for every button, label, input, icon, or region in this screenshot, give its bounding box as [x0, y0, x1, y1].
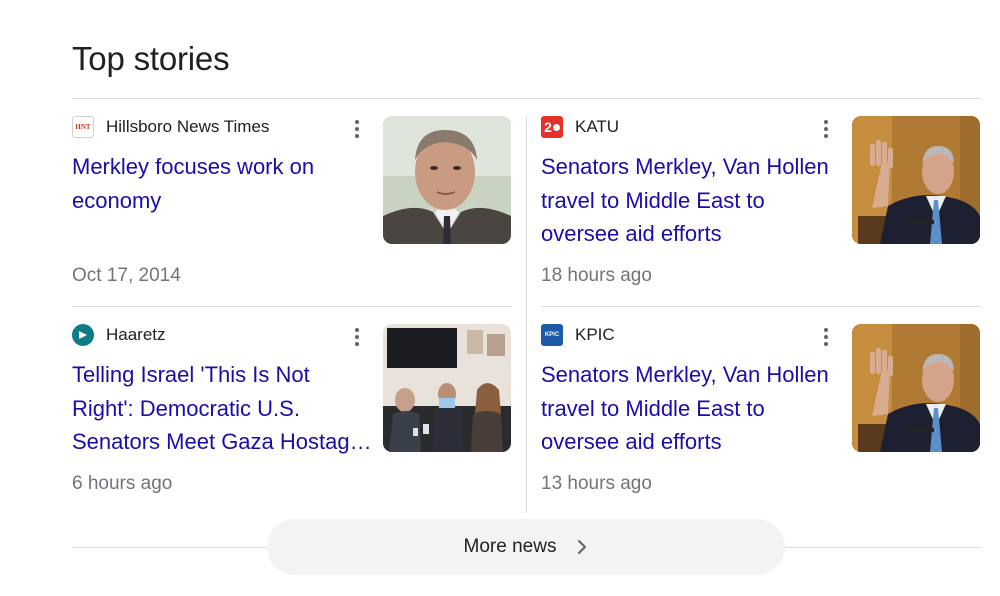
- kpic-logo-icon: KPIC: [541, 324, 563, 346]
- more-options-icon[interactable]: [349, 326, 365, 348]
- story-thumbnail[interactable]: [383, 116, 511, 244]
- story-headline[interactable]: Senators Merkley, Van Hollen travel to M…: [541, 358, 841, 459]
- story-card-haaretz[interactable]: Haaretz Telling Israel 'This Is Not Righ…: [72, 324, 512, 504]
- section-title: Top stories: [72, 40, 230, 77]
- more-options-icon[interactable]: [349, 118, 365, 140]
- more-options-icon[interactable]: [818, 326, 834, 348]
- story-thumbnail[interactable]: [852, 324, 980, 452]
- story-card-katu[interactable]: 2 KATU Senators Merkley, Van Hollen trav…: [541, 116, 981, 296]
- story-timestamp: 18 hours ago: [541, 265, 652, 286]
- story-source: KATU: [575, 117, 620, 136]
- story-timestamp: 6 hours ago: [72, 473, 173, 494]
- more-news-button[interactable]: More news: [267, 519, 785, 575]
- story-thumbnail[interactable]: [383, 324, 511, 452]
- hillsboro-news-times-logo-icon: HNT: [72, 116, 94, 138]
- story-headline[interactable]: Senators Merkley, Van Hollen travel to M…: [541, 150, 841, 251]
- story-thumbnail[interactable]: [852, 116, 980, 244]
- top-divider: [72, 98, 980, 99]
- chevron-right-icon: [578, 540, 587, 554]
- story-timestamp: Oct 17, 2014: [72, 265, 181, 286]
- haaretz-logo-icon: [72, 324, 94, 346]
- row-divider-right: [541, 306, 980, 307]
- story-timestamp: 13 hours ago: [541, 473, 652, 494]
- more-options-icon[interactable]: [818, 118, 834, 140]
- story-source: Haaretz: [106, 325, 166, 344]
- story-card-hillsboro[interactable]: HNT Hillsboro News Times Merkley focuses…: [72, 116, 512, 296]
- column-divider: [526, 116, 527, 513]
- story-source: Hillsboro News Times: [106, 117, 270, 136]
- more-news-label: More news: [463, 536, 557, 557]
- bottom-divider-right: [780, 547, 980, 548]
- story-headline[interactable]: Merkley focuses work on economy: [72, 150, 372, 217]
- story-headline[interactable]: Telling Israel 'This Is Not Right': Demo…: [72, 358, 372, 459]
- story-card-kpic[interactable]: KPIC KPIC Senators Merkley, Van Hollen t…: [541, 324, 981, 504]
- bottom-divider-left: [72, 547, 272, 548]
- row-divider-left: [72, 306, 512, 307]
- story-source: KPIC: [575, 325, 615, 344]
- katu-logo-icon: 2: [541, 116, 563, 138]
